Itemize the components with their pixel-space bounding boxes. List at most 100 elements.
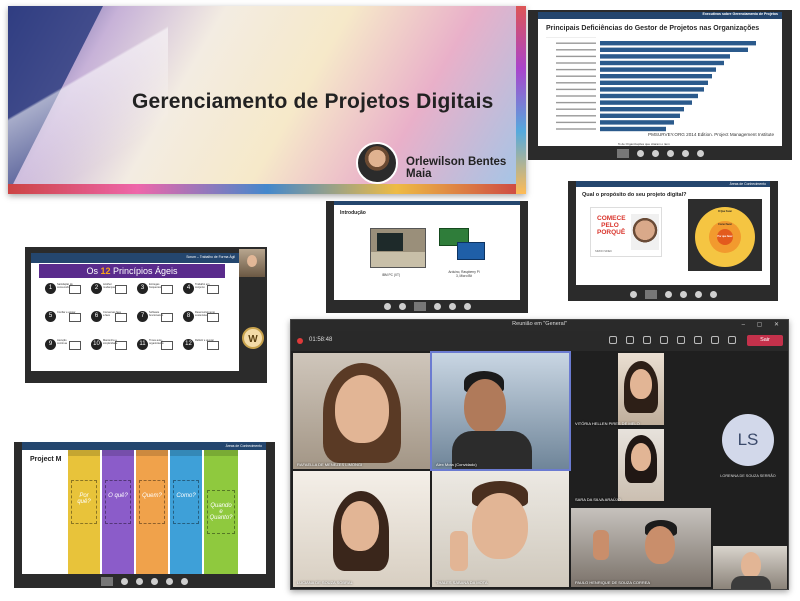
agile-principles-slide: Scrum – Trabalho de Forma Ágil Os 12 Pri…	[25, 247, 267, 383]
column-header	[170, 450, 202, 456]
column-note: Quando e Quanto?	[207, 490, 235, 534]
control-button[interactable]	[651, 149, 659, 157]
slide-header-bar: Executivos sobre Gerenciamento de Projet…	[538, 12, 782, 19]
principle-number: 2	[91, 283, 102, 294]
camera-icon[interactable]	[694, 336, 702, 344]
control-button[interactable]	[463, 303, 471, 310]
principle-icon	[115, 313, 127, 322]
principle-number: 3	[137, 283, 148, 294]
principle-item: 1 Satisfação do consumidor	[45, 283, 89, 303]
book-cover: COMECE PELO PORQUÊ SIMON SINEK	[590, 207, 662, 257]
principle-number: 12	[183, 339, 194, 350]
pc-caption: IBM PC (XT)	[382, 273, 401, 277]
control-button[interactable]	[166, 577, 173, 585]
control-button[interactable]	[433, 303, 441, 310]
control-button[interactable]	[679, 290, 687, 298]
chart-bar	[600, 41, 756, 46]
window-controls[interactable]: – ▢ ✕	[742, 321, 784, 328]
principle-number: 9	[45, 339, 56, 350]
leave-button[interactable]: Sair	[747, 335, 783, 346]
control-button[interactable]	[136, 577, 143, 585]
participant-name: LUCIANA DE SOUZA SOBRAL	[297, 580, 353, 585]
camera-thumbnail	[413, 302, 426, 311]
control-button[interactable]	[629, 290, 637, 298]
control-button[interactable]	[664, 290, 672, 298]
principle-number: 8	[183, 311, 194, 322]
participant-tile[interactable]: RAFAELLA DE MENEZES LIMONGI	[293, 353, 430, 469]
canvas-column: Quem?	[136, 450, 168, 574]
self-view-tile[interactable]	[713, 546, 787, 589]
golden-circle-diagram: O Que Fazer Como Fazer Por que fazer	[688, 199, 762, 271]
project-canvas-slide: Áreas de Conhecimento Project M Por quê?…	[14, 442, 275, 588]
column-header	[204, 450, 238, 456]
participant-tile[interactable]: LUCIANA DE SOUZA SOBRAL	[293, 471, 430, 587]
chart-bar	[600, 54, 730, 59]
participant-name: VITÓRIA HELLEN PIRES DE MELO	[575, 421, 640, 426]
rooms-icon[interactable]	[660, 336, 668, 344]
principle-icon	[69, 313, 81, 322]
circle-why: Por que fazer	[717, 229, 733, 245]
participant-tile-active[interactable]: Alex Mota (Convidado)	[430, 351, 571, 471]
boards-image	[439, 228, 487, 264]
share-icon[interactable]	[728, 336, 736, 344]
slide-header-text: Scrum – Trabalho de Forma Ágil	[186, 255, 235, 259]
chart-bar	[600, 47, 748, 52]
slide-heading: Introdução	[340, 210, 366, 216]
banner-number: 12	[100, 266, 111, 276]
camera-thumbnail	[616, 148, 629, 158]
participant-name: SARA DA SILVA ARAÚJO	[575, 497, 621, 502]
principle-number: 10	[91, 339, 102, 350]
chart-bar	[600, 100, 692, 105]
control-button[interactable]	[709, 290, 717, 298]
control-button[interactable]	[121, 577, 128, 585]
chat-icon[interactable]	[626, 336, 634, 344]
control-button[interactable]	[383, 303, 391, 310]
principle-number: 4	[183, 283, 194, 294]
participant-tile[interactable]	[618, 429, 664, 501]
control-button[interactable]	[694, 290, 702, 298]
more-icon[interactable]	[677, 336, 685, 344]
column-header	[68, 450, 100, 456]
slide-page: Áreas de Conhecimento Qual o propósito d…	[576, 181, 770, 285]
participant-tile[interactable]: PAULO HENRIQUE DE SOUZA CORREA	[571, 508, 711, 587]
window-titlebar: Reunião em "General" – ▢ ✕	[291, 320, 788, 331]
book-title: COMECE PELO PORQUÊ	[597, 215, 626, 236]
mic-icon[interactable]	[711, 336, 719, 344]
label-how: Como Fazer	[718, 223, 732, 226]
control-button[interactable]	[666, 149, 674, 157]
participant-tile[interactable]: THALES SABANA DA MOTA	[432, 471, 569, 587]
control-button[interactable]	[696, 149, 704, 157]
chart-bar	[600, 74, 712, 79]
slide-page: Executivos sobre Gerenciamento de Projet…	[538, 12, 782, 146]
participant-name: THALES SABANA DA MOTA	[436, 580, 488, 585]
slide-header-bar: Áreas de Conhecimento	[576, 181, 770, 187]
chart-bar	[600, 107, 684, 112]
reactions-icon[interactable]	[643, 336, 651, 344]
bar-label-placeholder	[556, 88, 596, 91]
bar-label-placeholder	[556, 62, 596, 64]
people-icon[interactable]	[609, 336, 617, 344]
principle-icon	[69, 285, 81, 294]
participant-avatar[interactable]: LS	[722, 414, 774, 466]
principle-icon	[207, 313, 219, 322]
participant-tile[interactable]	[618, 353, 664, 425]
bar-label-placeholder	[556, 115, 596, 117]
circle-what: O Que Fazer Como Fazer Por que fazer	[695, 207, 755, 267]
decor-border-bottom	[8, 184, 526, 194]
canvas-column: Como?	[170, 450, 202, 574]
control-button[interactable]	[636, 149, 644, 157]
control-button[interactable]	[151, 577, 158, 585]
slide-page: Áreas de Conhecimento Project M Por quê?…	[22, 442, 266, 574]
principle-icon	[161, 313, 173, 322]
control-button[interactable]	[448, 303, 456, 310]
presentation-title: Gerenciamento de Projetos Digitais	[132, 90, 494, 113]
control-button[interactable]	[681, 149, 689, 157]
canvas-column: O quê?	[102, 450, 134, 574]
slide-controls	[568, 287, 778, 301]
slide-header-text: Áreas de Conhecimento	[729, 182, 766, 186]
camera-thumbnail	[101, 576, 113, 586]
control-button[interactable]	[398, 303, 406, 310]
principle-number: 5	[45, 311, 56, 322]
control-button[interactable]	[181, 577, 188, 585]
slide-header-bar: Áreas de Conhecimento	[22, 442, 266, 450]
